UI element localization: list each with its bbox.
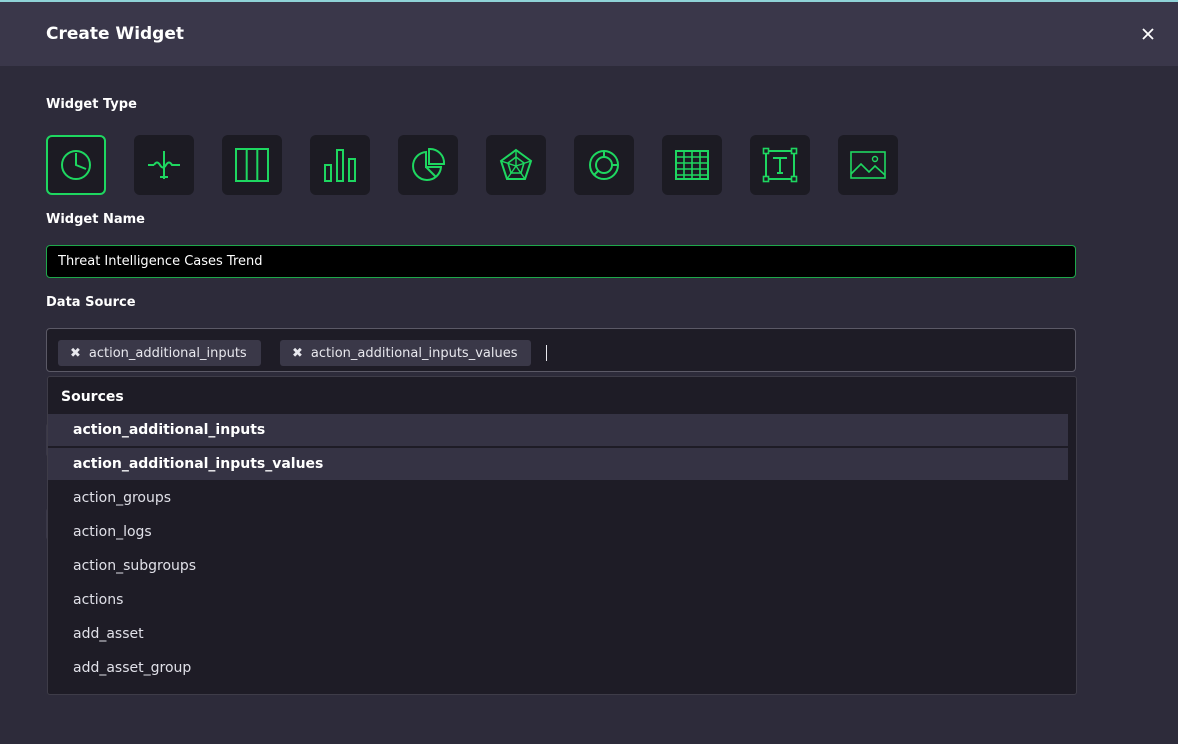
dropdown-option[interactable]: add_asset: [48, 618, 1068, 650]
dropdown-option[interactable]: actions: [48, 584, 1068, 616]
signal-line-icon: [148, 151, 180, 179]
chip-label: action_additional_inputs: [88, 345, 247, 361]
image-icon: [850, 151, 886, 179]
widget-name-input[interactable]: [46, 245, 1076, 278]
widget-type-image[interactable]: [838, 135, 898, 195]
dropdown-option[interactable]: action_subgroups: [48, 550, 1068, 582]
widget-type-pie-clock[interactable]: [46, 135, 106, 195]
sources-dropdown: Sources action_additional_inputs action_…: [47, 376, 1077, 695]
radar-chart-icon: [499, 148, 533, 180]
widget-type-pie[interactable]: [398, 135, 458, 195]
dropdown-group-header: Sources: [61, 389, 124, 405]
dropdown-option[interactable]: action_logs: [48, 516, 1068, 548]
donut-chart-icon: [589, 150, 619, 180]
widget-name-label: Widget Name: [46, 212, 145, 227]
widget-type-columns[interactable]: [222, 135, 282, 195]
dropdown-option[interactable]: action_groups: [48, 482, 1068, 514]
widget-type-text[interactable]: [750, 135, 810, 195]
widget-type-label: Widget Type: [46, 97, 137, 112]
data-source-label: Data Source: [46, 295, 136, 310]
pie-chart-icon: [412, 147, 446, 181]
dropdown-option[interactable]: action_additional_inputs: [48, 414, 1068, 446]
widget-type-donut[interactable]: [574, 135, 634, 195]
bar-chart-icon: [324, 149, 356, 182]
widget-type-radar[interactable]: [486, 135, 546, 195]
source-chip: ✖ action_additional_inputs: [58, 340, 261, 366]
clock-pie-icon: [61, 150, 91, 180]
widget-type-bar[interactable]: [310, 135, 370, 195]
widget-type-table[interactable]: [662, 135, 722, 195]
data-source-multiselect[interactable]: ✖ action_additional_inputs ✖ action_addi…: [46, 328, 1076, 372]
text-box-icon: [762, 147, 798, 183]
close-icon[interactable]: [1136, 22, 1160, 46]
modal-title: Create Widget: [46, 24, 185, 44]
chip-label: action_additional_inputs_values: [310, 345, 518, 361]
dropdown-option[interactable]: action_additional_inputs_values: [48, 448, 1068, 480]
widget-type-line[interactable]: [134, 135, 194, 195]
source-chip: ✖ action_additional_inputs_values: [280, 340, 532, 366]
columns-icon: [235, 148, 269, 182]
text-caret: [546, 345, 547, 361]
dropdown-option[interactable]: add_asset_group: [48, 652, 1068, 684]
modal-header: Create Widget: [0, 2, 1178, 66]
remove-chip-icon[interactable]: ✖: [292, 346, 303, 361]
table-icon: [675, 150, 709, 180]
remove-chip-icon[interactable]: ✖: [70, 346, 81, 361]
